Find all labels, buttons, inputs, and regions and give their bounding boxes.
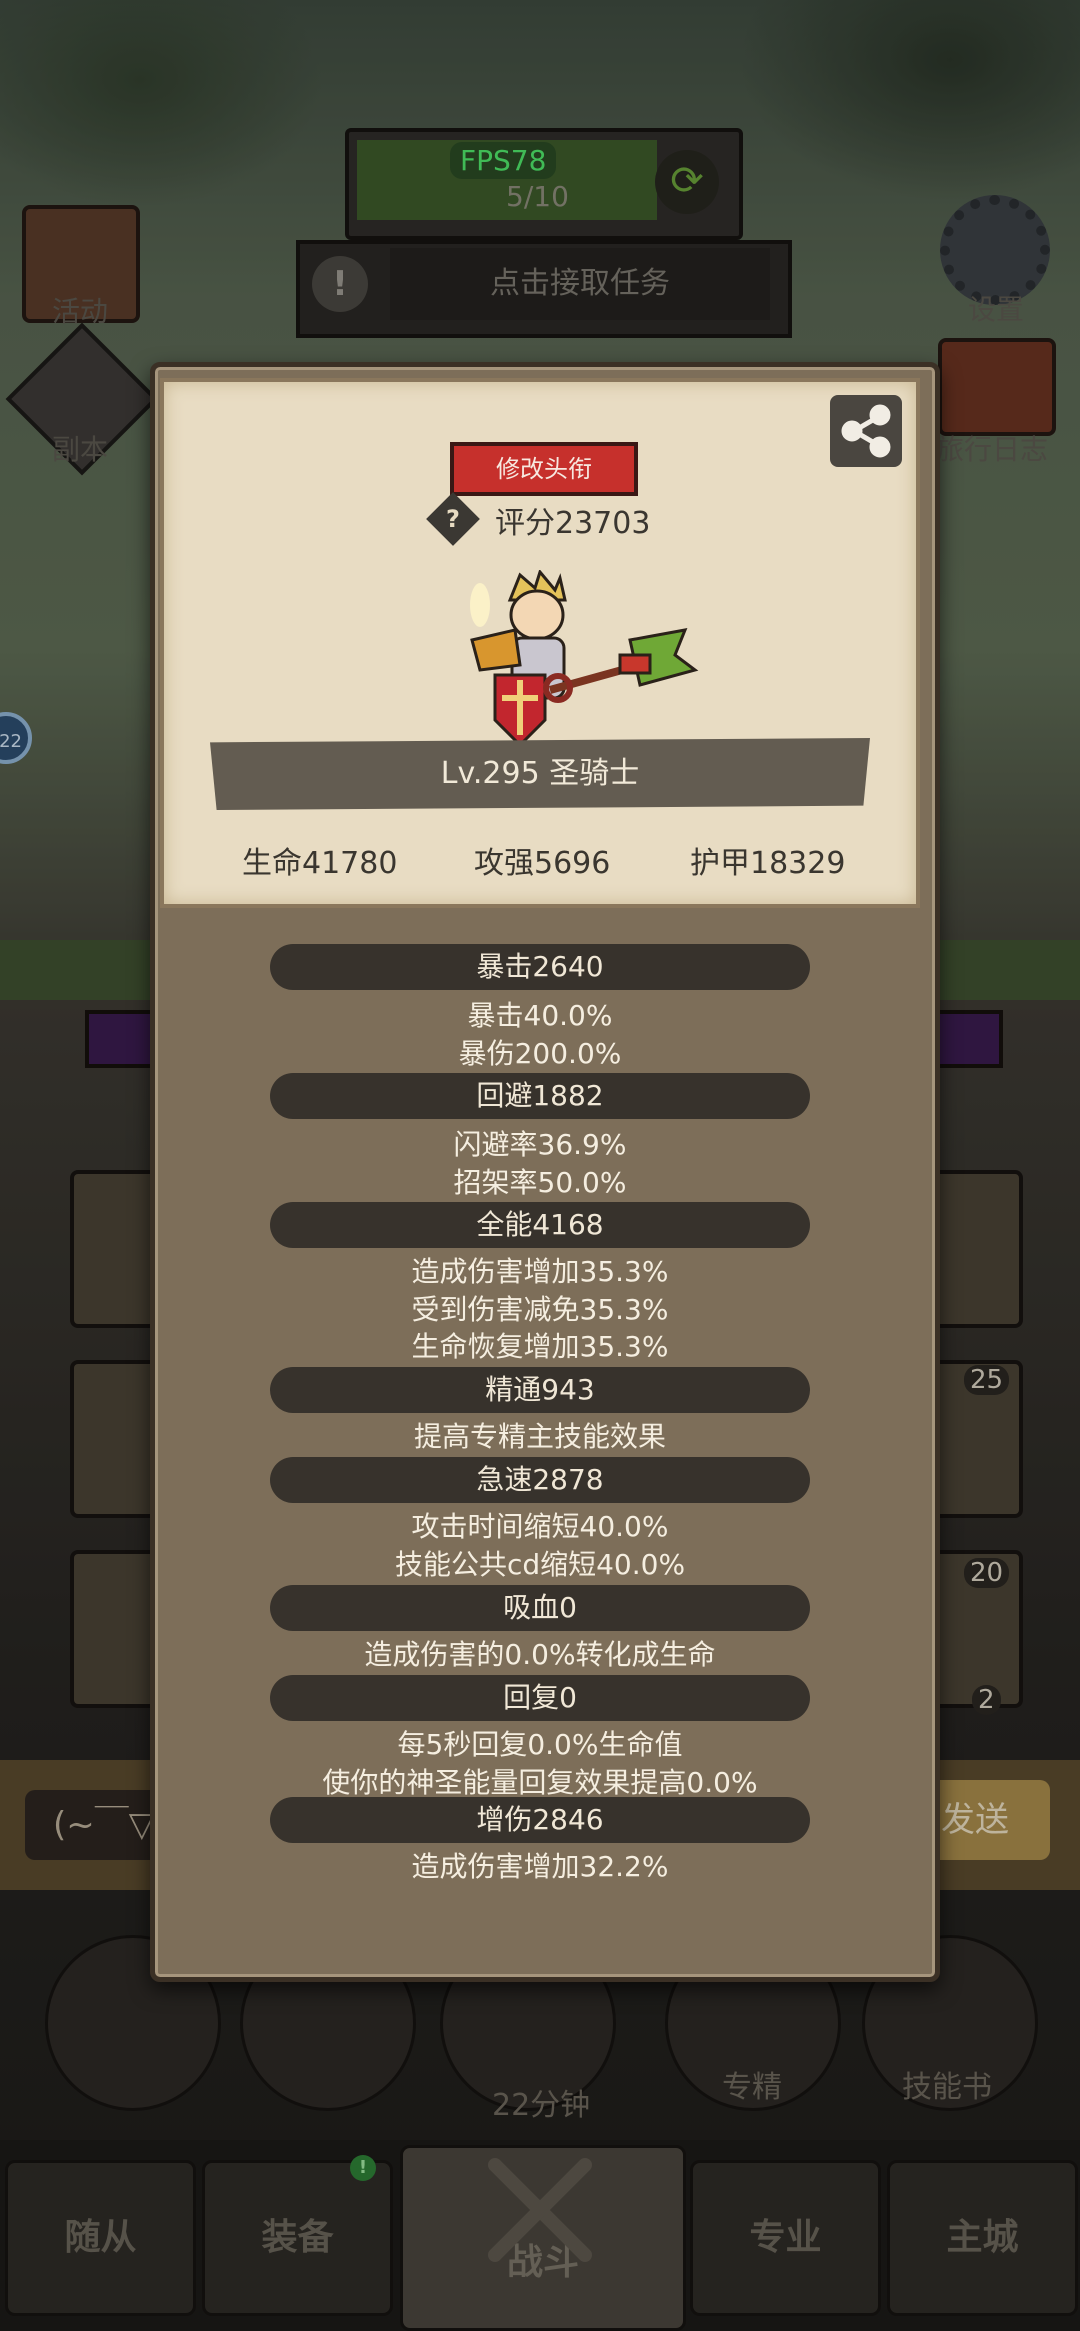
attack-time-reduction: 攻击时间缩短40.0%	[411, 1510, 669, 1543]
game-background: 峡谷 5/10 FPS78 ⟳ ! 点击接取任务 活动 副本 22 设置 旅行日…	[0, 0, 1080, 2331]
damage-boost-effect: 造成伤害增加32.2%	[411, 1850, 669, 1883]
hp-stat: 生命41780	[242, 846, 398, 881]
score-text: 评分23703	[495, 506, 651, 541]
damage-boost-header: 增伤2846	[270, 1797, 810, 1843]
level-class-banner: Lv.295 圣骑士	[210, 738, 870, 810]
armor-stat: 护甲18329	[690, 846, 846, 881]
crit-rate: 暴击40.0%	[467, 999, 613, 1032]
regen-per-5s: 每5秒回复0.0%生命值	[397, 1728, 683, 1761]
haste-header: 急速2878	[270, 1457, 810, 1503]
attack-stat: 攻强5696	[474, 846, 611, 881]
lifesteal-header: 吸血0	[270, 1585, 810, 1631]
crit-header: 暴击2640	[270, 944, 810, 990]
mastery-header: 精通943	[270, 1367, 810, 1413]
crit-damage: 暴伤200.0%	[458, 1037, 622, 1070]
holy-power-regen: 使你的神圣能量回复效果提高0.0%	[322, 1766, 758, 1799]
versatility-header: 全能4168	[270, 1202, 810, 1248]
mastery-effect: 提高专精主技能效果	[413, 1420, 666, 1453]
healing-increase: 生命恢复增加35.3%	[411, 1330, 669, 1363]
dodge-rate: 闪避率36.9%	[453, 1128, 627, 1161]
avoidance-header: 回避1882	[270, 1073, 810, 1119]
damage-reduction: 受到伤害减免35.3%	[411, 1293, 669, 1326]
share-icon	[841, 404, 891, 458]
regen-header: 回复0	[270, 1675, 810, 1721]
gcd-reduction: 技能公共cd缩短40.0%	[394, 1548, 686, 1581]
damage-increase: 造成伤害增加35.3%	[411, 1255, 669, 1288]
share-button[interactable]	[830, 395, 902, 467]
parry-rate: 招架率50.0%	[453, 1166, 627, 1199]
change-title-button[interactable]: 修改头衔	[450, 442, 638, 496]
lifesteal-effect: 造成伤害的0.0%转化成生命	[364, 1638, 716, 1671]
paladin-character-sprite	[460, 568, 700, 760]
